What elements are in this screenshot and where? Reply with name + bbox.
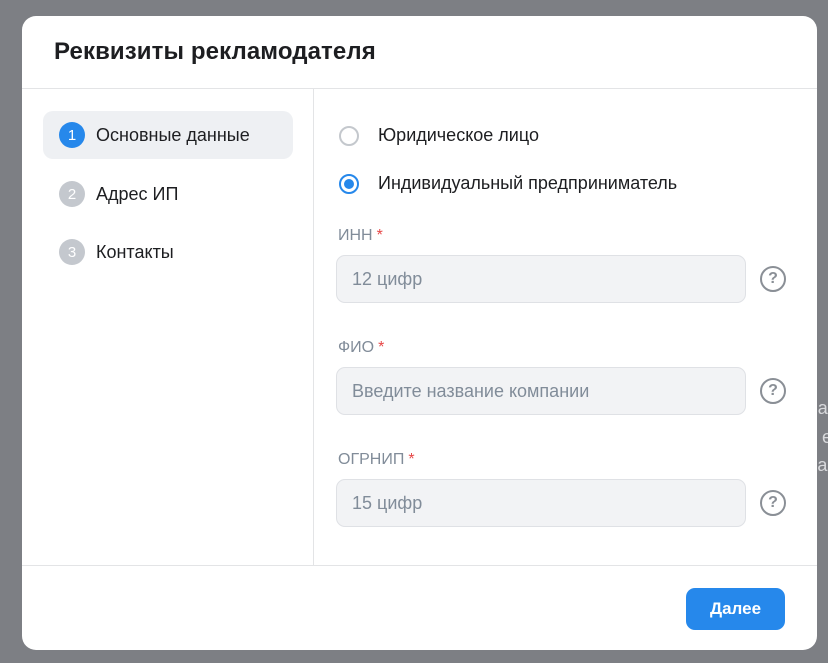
question-circle-icon[interactable]: ? [760,378,786,404]
fio-input[interactable] [336,367,746,415]
question-circle-icon[interactable]: ? [760,490,786,516]
dialog-footer: Далее [22,565,817,650]
question-circle-icon[interactable]: ? [760,266,786,292]
field-label-text: ФИО [338,339,375,356]
fio-label: ФИО * [338,339,384,357]
field-label-text: ИНН [338,227,373,244]
background-text: е [822,427,828,447]
inn-label: ИНН * [338,227,383,245]
step-address[interactable]: 2 Адрес ИП [43,170,293,218]
ogrnip-input[interactable] [336,479,746,527]
dialog-body: 1 Основные данные 2 Адрес ИП 3 Контакты … [22,89,817,565]
radio-label: Юридическое лицо [378,125,539,145]
steps-sidebar: 1 Основные данные 2 Адрес ИП 3 Контакты [22,89,314,565]
form-content: Юридическое лицо Индивидуальный предприн… [314,89,817,565]
required-mark: * [408,451,415,468]
ogrnip-label: ОГРНИП * [338,451,415,469]
step-label: Адрес ИП [96,183,179,204]
inn-input[interactable] [336,255,746,303]
step-number-badge: 1 [59,122,85,148]
step-number-badge: 2 [59,181,85,207]
radio-legal-entity[interactable]: Юридическое лицо [339,125,539,146]
advertiser-details-dialog: Реквизиты рекламодателя 1 Основные данны… [22,16,817,650]
next-button[interactable]: Далее [686,588,785,630]
dialog-title: Реквизиты рекламодателя [54,38,376,65]
step-label: Контакты [96,241,174,262]
step-label: Основные данные [96,124,250,145]
radio-label: Индивидуальный предприниматель [378,173,678,193]
required-mark: * [376,227,383,244]
step-main-data[interactable]: 1 Основные данные [43,111,293,159]
step-contacts[interactable]: 3 Контакты [43,228,293,276]
field-label-text: ОГРНИП [338,451,405,468]
radio-unchecked-icon[interactable] [339,125,359,146]
dialog-header: Реквизиты рекламодателя [22,16,817,89]
step-number-badge: 3 [59,239,85,265]
radio-individual-entrepreneur[interactable]: Индивидуальный предприниматель [339,173,677,194]
radio-checked-icon[interactable] [339,173,359,194]
required-mark: * [378,339,385,356]
